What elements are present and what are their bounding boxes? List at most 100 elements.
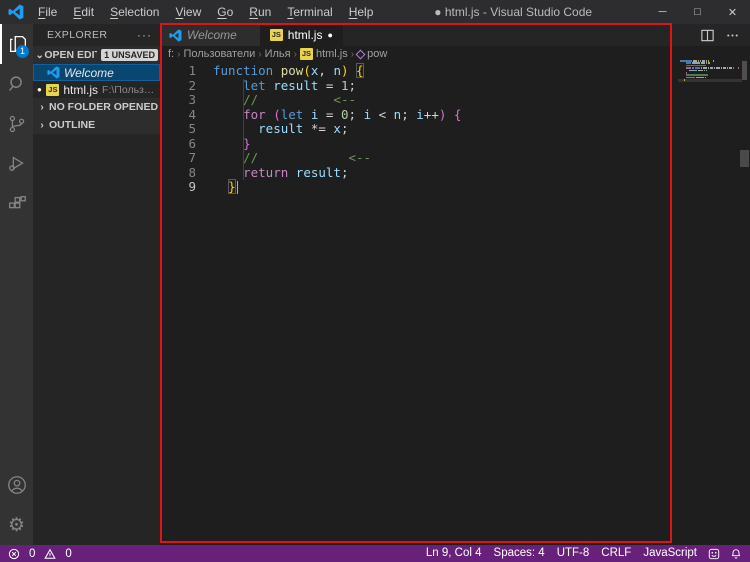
minimize-button[interactable]: ─ (645, 0, 680, 24)
scrollbar-thumb[interactable] (742, 61, 747, 80)
menu-help[interactable]: Help (341, 0, 382, 24)
line-number: 6 (188, 135, 196, 151)
status-indentation[interactable]: Spaces: 4 (488, 545, 551, 562)
menu-file[interactable]: File (30, 0, 65, 24)
code-line-2[interactable]: 2 let result = 1; (160, 77, 672, 94)
modified-dot-icon: ● (37, 85, 42, 94)
open-editors-header[interactable]: ⌄ OPEN EDITORS 1 UNSAVED (33, 46, 160, 64)
menu-view[interactable]: View (167, 0, 209, 24)
breadcrumb-item--[interactable]: Илья (265, 48, 291, 60)
menu-selection[interactable]: Selection (102, 0, 167, 24)
vscode-file-icon (169, 28, 182, 42)
code-line-6[interactable]: 6 } (160, 135, 672, 152)
breadcrumb-separator-icon: › (293, 48, 297, 60)
sidebar-sections: › NO FOLDER OPENED › OUTLINE (33, 98, 160, 134)
line-number: 1 (188, 63, 196, 78)
code-line-8[interactable]: 8 return result; (160, 164, 672, 181)
tab-html-js[interactable]: JS html.js ● (260, 24, 343, 46)
minimap-line (678, 62, 740, 64)
code-line-5[interactable]: 5 result *= x; (160, 121, 672, 137)
line-number: 3 (188, 92, 196, 107)
menu-go[interactable]: Go (209, 0, 241, 24)
line-number: 7 (188, 150, 196, 165)
minimap-line (678, 60, 740, 62)
breadcrumb: f: › Пользователи › Илья › JS html.js › pow (160, 46, 750, 62)
tab-bar: Welcome JS html.js ● (160, 24, 750, 46)
breadcrumb-item-f-[interactable]: f: (168, 48, 174, 60)
editor-group: Welcome JS html.js ● f: › Пользователи › Илья › J… (160, 24, 750, 545)
line-number: 8 (188, 164, 196, 180)
window-title: ● html.js - Visual Studio Code (434, 5, 593, 19)
activity-bar: 1 ⚙ (0, 24, 33, 545)
tabs: Welcome JS html.js ● (160, 24, 343, 46)
open-editor-item-html-js[interactable]: ● JS html.js F:\Пользов... (33, 81, 160, 98)
minimap-line (678, 64, 740, 67)
chevron-right-icon: › (40, 101, 44, 113)
settings-gear-icon[interactable]: ⚙ (0, 505, 33, 545)
warnings-icon[interactable] (39, 548, 61, 560)
minimap-line (678, 71, 740, 74)
scrollbar-decoration (740, 150, 749, 167)
breadcrumb-separator-icon: › (258, 48, 262, 60)
breadcrumb-separator-icon: › (177, 48, 181, 60)
maximize-button[interactable]: □ (680, 0, 715, 24)
text-cursor (236, 181, 239, 194)
js-file-icon: JS (299, 48, 313, 60)
window-controls: ─ □ ✕ (645, 0, 750, 24)
line-number: 2 (188, 77, 196, 93)
unsaved-badge: 1 UNSAVED (101, 49, 158, 61)
open-editors-list: Welcome ● JS html.js F:\Пользов... (33, 64, 160, 98)
code-editor[interactable]: 1 function pow(x, n) {2 let result = 1; 3 … (160, 62, 672, 545)
breadcrumb-item--[interactable]: Пользователи (183, 48, 255, 60)
notifications-bell-icon[interactable] (725, 548, 742, 560)
menu-bar: File Edit Selection View Go Run Terminal Help (30, 0, 381, 24)
extensions-icon[interactable] (0, 184, 33, 224)
code-line-7[interactable]: 7 // <-- (160, 150, 672, 166)
open-editor-item-welcome[interactable]: Welcome (33, 64, 160, 81)
code-line-9[interactable]: 9 } (160, 179, 672, 195)
close-button[interactable]: ✕ (715, 0, 750, 24)
breadcrumb-item-html-js[interactable]: JS html.js (299, 48, 348, 60)
status-encoding[interactable]: UTF-8 (551, 545, 596, 562)
explorer-badge: 1 (16, 45, 29, 58)
section-no-folder-opened[interactable]: › NO FOLDER OPENED (33, 98, 160, 116)
section-outline[interactable]: › OUTLINE (33, 116, 160, 134)
status-language[interactable]: JavaScript (637, 545, 703, 562)
more-actions-icon[interactable] (725, 28, 740, 43)
code-line-3[interactable]: 3 // <-- (160, 92, 672, 108)
minimap-current-line (678, 79, 742, 82)
code-line-1[interactable]: 1 function pow(x, n) { (160, 63, 672, 79)
minimap-line (678, 69, 740, 72)
sidebar-title: EXPLORER (47, 29, 108, 41)
modified-dot-icon: ● (327, 30, 333, 40)
run-debug-icon[interactable] (0, 144, 33, 184)
minimap-line (678, 67, 740, 69)
minimap[interactable] (678, 60, 742, 82)
minimap-line (678, 76, 740, 79)
explorer-icon[interactable]: 1 (0, 24, 33, 64)
sidebar-more-actions-icon[interactable]: ··· (137, 28, 152, 42)
line-number: 5 (188, 121, 196, 136)
warnings-count[interactable]: 0 (65, 548, 71, 560)
breadcrumb-item-pow[interactable]: pow (355, 48, 387, 60)
code-line-4[interactable]: 4 for (let i = 0; i < n; i++) { (160, 106, 672, 123)
split-editor-icon[interactable] (700, 28, 715, 43)
chevron-right-icon: › (40, 119, 44, 131)
line-number: 4 (188, 106, 196, 122)
source-control-icon[interactable] (0, 104, 33, 144)
menu-edit[interactable]: Edit (65, 0, 102, 24)
explorer-sidebar: EXPLORER ··· ⌄ OPEN EDITORS 1 UNSAVED We… (33, 24, 160, 545)
title-bar: File Edit Selection View Go Run Terminal Help ●… (0, 0, 750, 24)
status-eol[interactable]: CRLF (595, 545, 637, 562)
errors-count[interactable]: 0 (29, 548, 35, 560)
feedback-smiley-icon[interactable] (703, 548, 725, 560)
menu-terminal[interactable]: Terminal (279, 0, 340, 24)
menu-run[interactable]: Run (241, 0, 279, 24)
account-icon[interactable] (0, 465, 33, 505)
tab-welcome[interactable]: Welcome (160, 24, 261, 46)
search-icon[interactable] (0, 64, 33, 104)
status-cursor-position[interactable]: Ln 9, Col 4 (420, 545, 488, 562)
js-file-icon: JS (269, 29, 283, 41)
errors-icon[interactable] (8, 548, 25, 560)
status-bar: 0 0 Ln 9, Col 4 Spaces: 4 UTF-8 CRLF JavaScr… (0, 545, 750, 562)
